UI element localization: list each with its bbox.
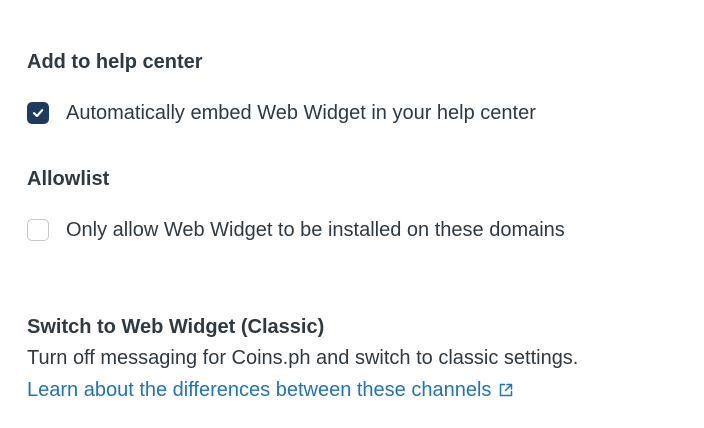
embed-help-center-option[interactable]: Automatically embed Web Widget in your h… [27,99,536,127]
embed-help-center-checkbox[interactable] [27,102,49,124]
allowlist-domains-checkbox[interactable] [27,219,49,241]
allowlist-domains-option[interactable]: Only allow Web Widget to be installed on… [27,216,565,244]
learn-differences-link[interactable]: Learn about the differences between thes… [27,378,514,402]
checkmark-icon [32,109,44,118]
help-center-heading: Add to help center [27,51,203,73]
learn-differences-link-text[interactable]: Learn about the differences between thes… [27,378,491,402]
external-link-icon [498,382,514,398]
widget-settings-panel: Add to help center Automatically embed W… [27,0,704,428]
allowlist-domains-label[interactable]: Only allow Web Widget to be installed on… [66,219,565,242]
switch-classic-title: Switch to Web Widget (Classic) [27,316,325,338]
switch-classic-description: Turn off messaging for Coins.ph and swit… [27,347,579,369]
allowlist-heading: Allowlist [27,168,110,190]
embed-help-center-label[interactable]: Automatically embed Web Widget in your h… [66,102,536,125]
